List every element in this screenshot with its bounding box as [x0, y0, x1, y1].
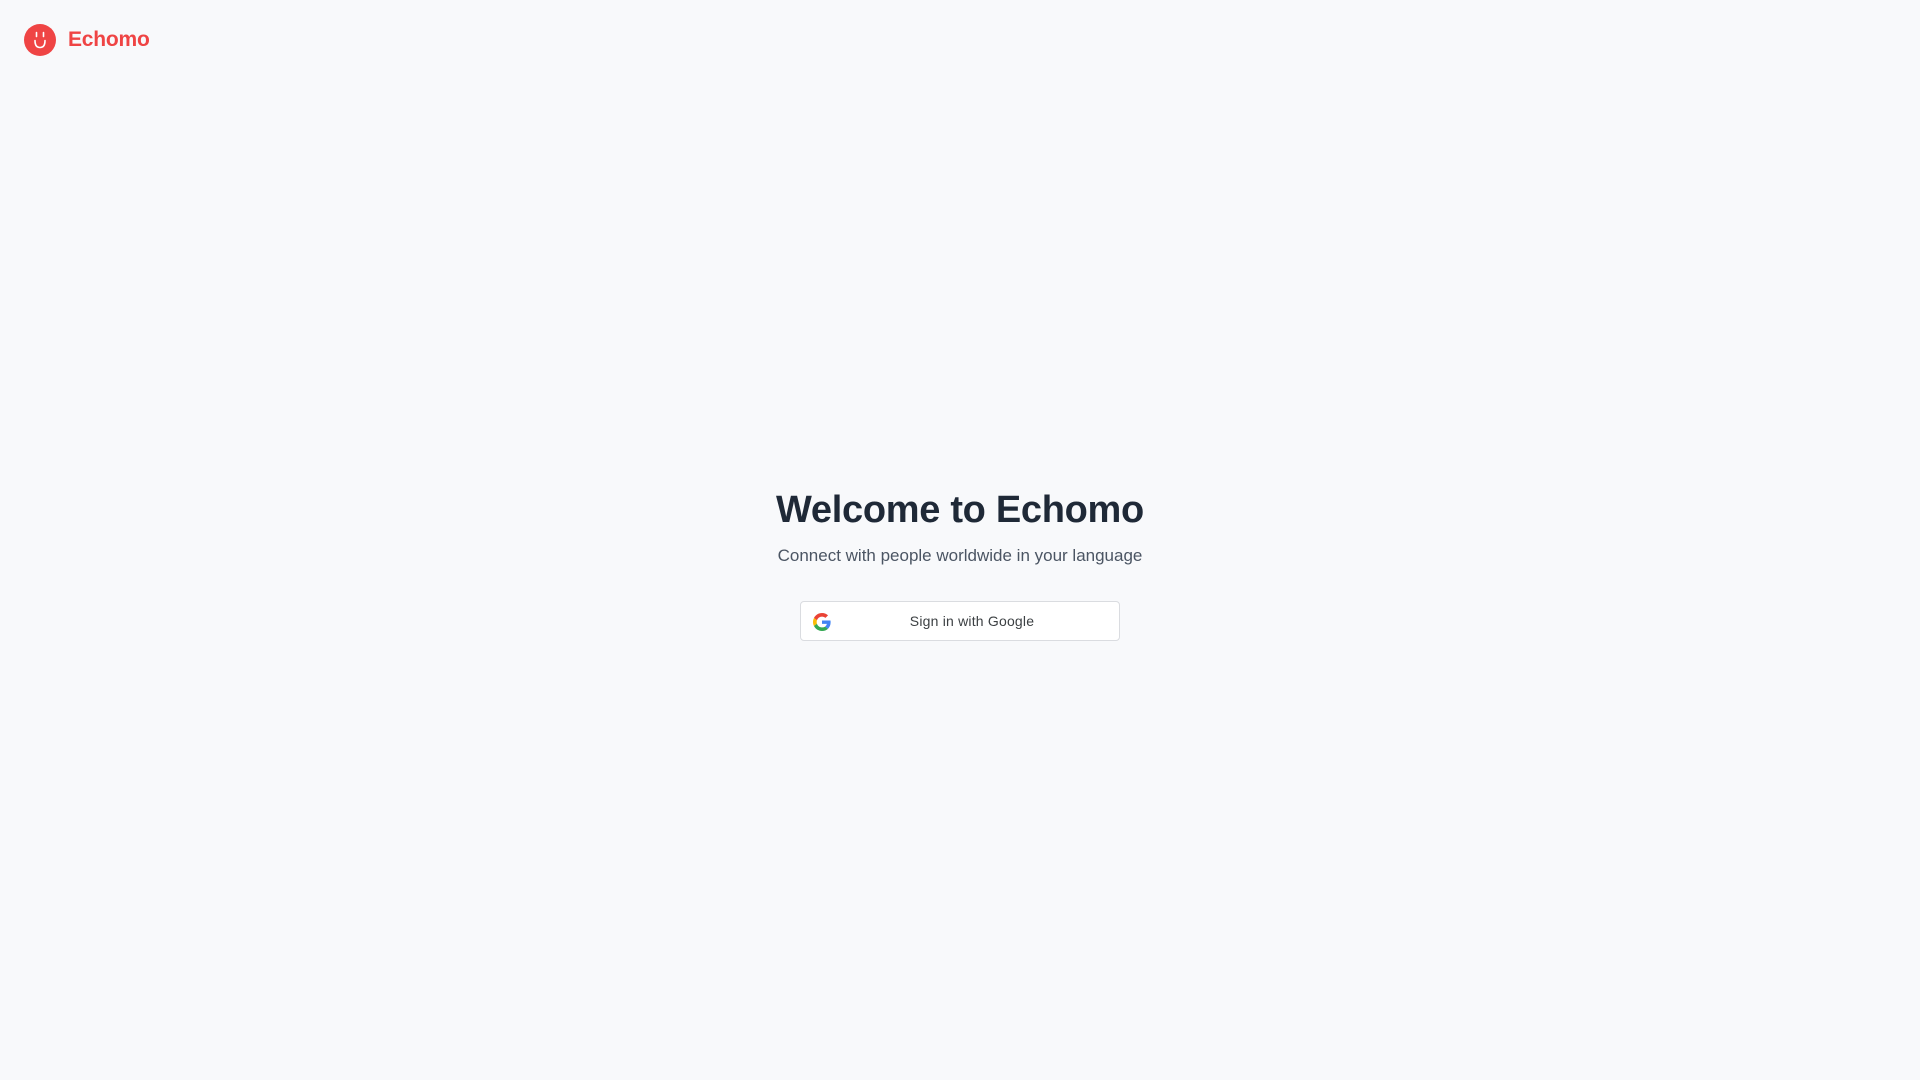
page-subtitle: Connect with people worldwide in your la… — [777, 546, 1143, 565]
google-icon — [813, 613, 831, 631]
page-title: Welcome to Echomo — [776, 489, 1144, 531]
google-signin-button[interactable]: Sign in with Google — [800, 601, 1120, 641]
google-signin-label: Sign in with Google — [909, 613, 1035, 629]
welcome-section: Welcome to Echomo Connect with people wo… — [0, 482, 1920, 641]
app-header: Echomo — [24, 24, 150, 56]
brand-name[interactable]: Echomo — [68, 28, 150, 52]
smiley-face-icon[interactable] — [24, 24, 56, 56]
